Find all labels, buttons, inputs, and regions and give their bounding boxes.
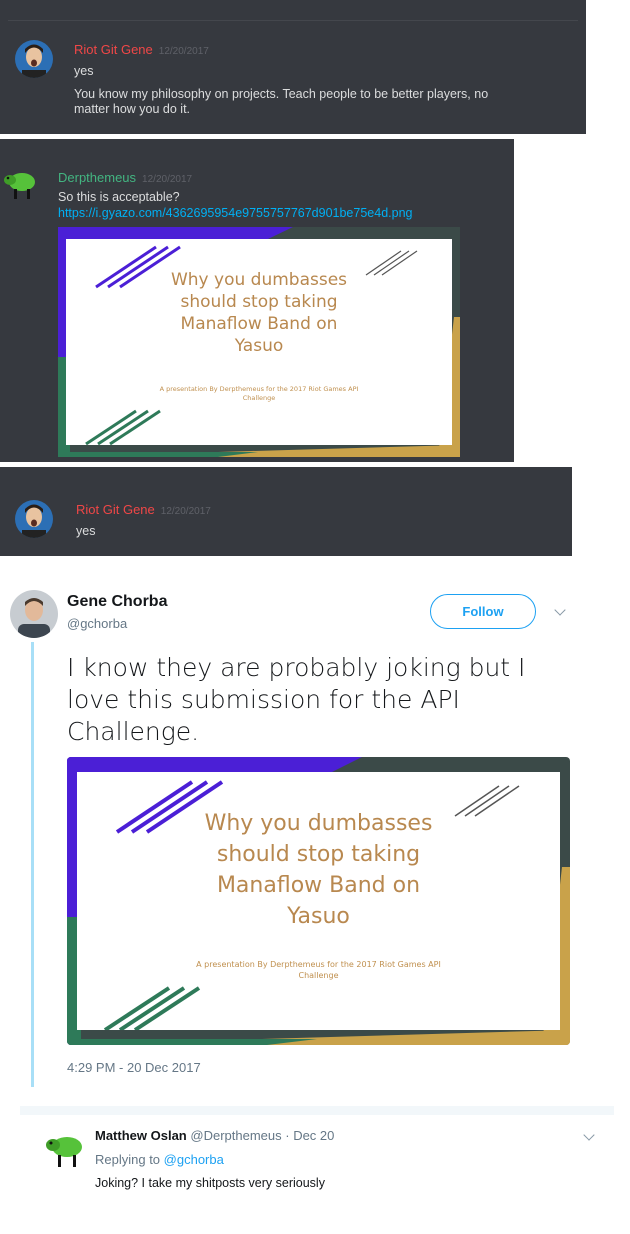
thread-line — [31, 642, 34, 1087]
embedded-slide-image[interactable]: Why you dumbasses should stop taking Man… — [58, 227, 460, 457]
avatar-image-icon — [10, 590, 58, 638]
message-text: matter how you do it. — [74, 102, 191, 116]
tweet-text: I know they are probably joking but I lo… — [67, 652, 525, 748]
slide-subtitle-line: A presentation By Derpthemeus for the 20… — [159, 385, 359, 393]
green-sheep-icon — [46, 1137, 82, 1167]
chevron-down-icon[interactable] — [554, 604, 566, 616]
reply-header: Matthew Oslan @Derpthemeus · Dec 20 — [95, 1128, 334, 1143]
reply-author-avatar[interactable] — [44, 1130, 84, 1170]
slide-title: Why you dumbasses should stop taking Man… — [66, 269, 452, 357]
tweet-text-line: Challenge. — [67, 717, 200, 746]
username-label[interactable]: Riot Git Gene — [74, 42, 153, 57]
message-timestamp: 12/20/2017 — [160, 506, 211, 517]
slide-title-line: should stop taking — [180, 292, 338, 312]
slide-subtitle-line: Challenge — [298, 971, 339, 980]
replying-to-prefix: Replying to — [95, 1152, 161, 1167]
tweet-timestamp[interactable]: 4:29 PM - 20 Dec 2017 — [67, 1060, 201, 1075]
discord-message-panel-2: Derpthemeus 12/20/2017 So this is accepta… — [0, 139, 514, 462]
slide-subtitle: A presentation By Derpthemeus for the 20… — [77, 959, 560, 981]
slide-title: Why you dumbasses should stop taking Man… — [77, 808, 560, 932]
message-text: You know my philosophy on projects. Teac… — [74, 87, 489, 101]
username-label[interactable]: Riot Git Gene — [76, 502, 155, 517]
message-divider — [8, 20, 578, 21]
reply-text: Joking? I take my shitposts very serious… — [95, 1176, 325, 1190]
message-text: So this is acceptable? — [58, 190, 180, 204]
avatar-image-icon — [15, 40, 53, 78]
message-text: yes — [76, 524, 96, 538]
discord-message-panel-1: Riot Git Gene 12/20/2017 yes You know my … — [0, 0, 586, 134]
avatar-riot-git-gene[interactable] — [15, 40, 53, 78]
slide-subtitle-line: Challenge — [242, 394, 276, 402]
slide-title-line: Why you dumbasses — [170, 270, 348, 290]
username[interactable]: Riot Git Gene 12/20/2017 — [76, 502, 211, 517]
message-timestamp: 12/20/2017 — [142, 174, 193, 185]
message-timestamp: 12/20/2017 — [158, 46, 209, 57]
slide-title-line: Why you dumbasses — [204, 811, 433, 836]
avatar-image-icon — [15, 500, 53, 538]
chevron-down-icon[interactable] — [583, 1129, 595, 1141]
replying-to-line: Replying to @gchorba — [95, 1152, 224, 1167]
tweet-author-name[interactable]: Gene Chorba — [67, 593, 167, 611]
tweet-media-image[interactable]: Why you dumbasses should stop taking Man… — [67, 757, 570, 1045]
tweet-text-line: I know they are probably joking but I — [67, 653, 526, 682]
slide-title-line: Yasuo — [234, 336, 284, 356]
follow-button[interactable]: Follow — [430, 594, 536, 629]
username[interactable]: Riot Git Gene 12/20/2017 — [74, 42, 209, 57]
replying-to-link[interactable]: @gchorba — [164, 1152, 224, 1167]
slide-title-line: Yasuo — [287, 904, 350, 929]
avatar-derpthemeus[interactable] — [2, 167, 38, 203]
avatar-riot-git-gene[interactable] — [15, 500, 53, 538]
green-sheep-icon — [4, 173, 35, 199]
reply-separator — [20, 1106, 614, 1115]
slide-subtitle: A presentation By Derpthemeus for the 20… — [66, 385, 452, 403]
slide-canvas: Why you dumbasses should stop taking Man… — [66, 239, 452, 445]
tweet-text-line: love this submission for the API — [67, 685, 460, 714]
slide-canvas: Why you dumbasses should stop taking Man… — [77, 772, 560, 1030]
username[interactable]: Derpthemeus 12/20/2017 — [58, 170, 192, 185]
slide-title-line: Manaflow Band on — [180, 314, 338, 334]
reply-date[interactable]: · Dec 20 — [285, 1128, 334, 1143]
tweet-author-handle[interactable]: @gchorba — [67, 616, 127, 631]
tweet-author-avatar[interactable] — [10, 590, 58, 638]
message-text: yes — [74, 64, 94, 78]
slide-subtitle-line: A presentation By Derpthemeus for the 20… — [196, 960, 441, 969]
image-link[interactable]: https://i.gyazo.com/4362695954e975575776… — [58, 206, 412, 221]
reply-author-handle[interactable]: @Derpthemeus — [190, 1128, 281, 1143]
discord-message-panel-3: Riot Git Gene 12/20/2017 yes — [0, 467, 572, 556]
slide-title-line: should stop taking — [216, 842, 421, 867]
username-label[interactable]: Derpthemeus — [58, 170, 136, 185]
slide-title-line: Manaflow Band on — [216, 873, 421, 898]
reply-author-name[interactable]: Matthew Oslan — [95, 1128, 187, 1143]
